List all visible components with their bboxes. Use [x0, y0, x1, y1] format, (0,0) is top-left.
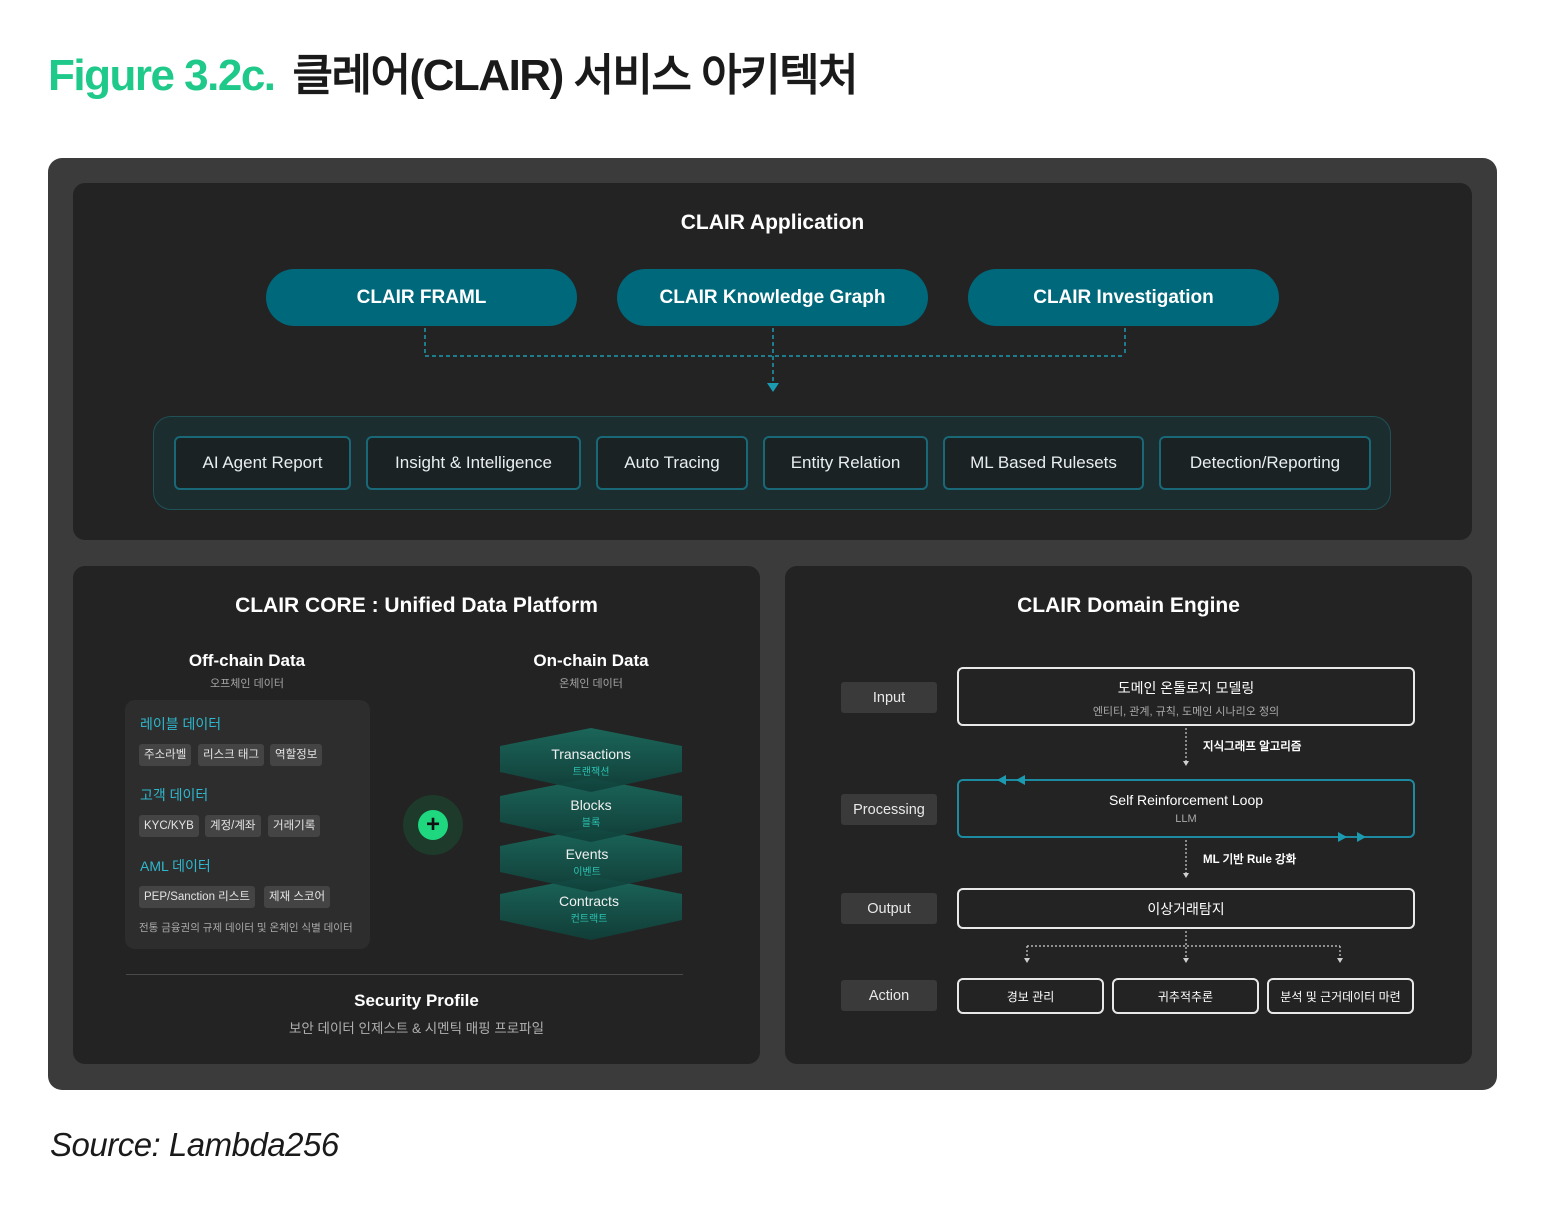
divider — [126, 974, 683, 975]
tag-account: 계정/계좌 — [205, 815, 261, 837]
tag-transaction-history: 거래기록 — [268, 815, 321, 837]
layer-label-transactions: Transactions 트랜잭션 — [500, 746, 682, 778]
feature-ai-agent-report: AI Agent Report — [174, 436, 351, 490]
feature-auto-tracing: Auto Tracing — [596, 436, 748, 490]
figure-title: Figure 3.2c. 클레어(CLAIR) 서비스 아키텍처 — [48, 48, 859, 104]
arrow-down-icon — [1024, 958, 1030, 963]
plus-icon: + — [418, 810, 448, 840]
source-credit: Source: Lambda256 — [50, 1126, 339, 1163]
loop-arrow-left-icon — [997, 775, 1006, 785]
tag-address-label: 주소라벨 — [139, 744, 192, 766]
core-title: CLAIR CORE : Unified Data Platform — [235, 594, 598, 617]
down-arrow-icon — [767, 383, 779, 392]
offchain-header: Off-chain Data 오프체인 데이터 — [147, 651, 347, 691]
arrow-down-icon — [1183, 958, 1189, 963]
tag-pep-sanction: PEP/Sanction 리스트 — [139, 886, 255, 908]
layer-sub: 컨트랙트 — [570, 914, 608, 925]
layer-name: Transactions — [551, 746, 631, 762]
architecture-diagram: CLAIR Application CLAIR FRAML CLAIR Know… — [48, 158, 1497, 1090]
onchain-title: On-chain Data — [533, 651, 649, 670]
layer-name: Blocks — [570, 797, 612, 813]
layer-sub: 블록 — [581, 818, 601, 829]
layer-label-blocks: Blocks 블록 — [500, 797, 682, 829]
tag-risk-tag: 리스크 태그 — [198, 744, 265, 766]
layer-name: Contracts — [559, 893, 619, 909]
tag-sanction-score: 제재 스코어 — [264, 886, 331, 908]
arrow-down-icon — [1183, 873, 1189, 878]
application-panel: CLAIR Application CLAIR FRAML CLAIR Know… — [73, 183, 1472, 540]
category-customer-data: 고객 데이터 — [140, 787, 209, 803]
layer-label-events: Events 이벤트 — [496, 846, 678, 878]
offchain-footnote: 전통 금융권의 규제 데이터 및 온체인 식별 데이터 — [139, 922, 353, 934]
figure-number: Figure 3.2c. — [48, 51, 276, 100]
offchain-title: Off-chain Data — [188, 651, 306, 670]
layer-sub: 트랜잭션 — [572, 767, 610, 778]
offchain-subtitle: 오프체인 데이터 — [210, 678, 284, 690]
loop-arrow-right-icon — [1357, 832, 1366, 842]
tag-role-info: 역할정보 — [270, 744, 323, 766]
tag-kyc-kyb: KYC/KYB — [139, 815, 199, 837]
arrow-down-icon — [1183, 761, 1189, 766]
loop-arrow-left-icon — [1016, 775, 1025, 785]
loop-arrow-right-icon — [1338, 832, 1347, 842]
layer-name: Events — [565, 846, 609, 862]
feature-entity-relation: Entity Relation — [763, 436, 928, 490]
onchain-subtitle: 온체인 데이터 — [559, 678, 623, 690]
offchain-data-box: 레이블 데이터 주소라벨 리스크 태그 역할정보 고객 데이터 KYC/KYB … — [125, 700, 370, 949]
category-aml-data: AML 데이터 — [140, 858, 211, 874]
feature-detection-reporting: Detection/Reporting — [1159, 436, 1371, 490]
arrow-down-icon — [1337, 958, 1343, 963]
layer-label-contracts: Contracts 컨트랙트 — [498, 893, 680, 925]
domain-engine-panel: CLAIR Domain Engine Input Processing Out… — [785, 566, 1472, 1064]
engine-flow-lines — [997, 728, 1366, 963]
layer-sub: 이벤트 — [573, 867, 601, 878]
core-panel: CLAIR CORE : Unified Data Platform Off-c… — [73, 566, 760, 1064]
security-profile-title: Security Profile — [354, 991, 479, 1010]
feature-group: AI Agent Report Insight & Intelligence A… — [153, 416, 1391, 510]
onchain-header: On-chain Data 온체인 데이터 — [491, 651, 691, 691]
feature-insight-intelligence: Insight & Intelligence — [366, 436, 581, 490]
security-profile-subtitle: 보안 데이터 인제스트 & 시멘틱 매핑 프로파일 — [288, 1021, 545, 1036]
feature-ml-based-rulesets: ML Based Rulesets — [943, 436, 1144, 490]
figure-title-text: 클레어(CLAIR) 서비스 아키텍처 — [292, 51, 859, 100]
category-label-data: 레이블 데이터 — [140, 716, 222, 732]
